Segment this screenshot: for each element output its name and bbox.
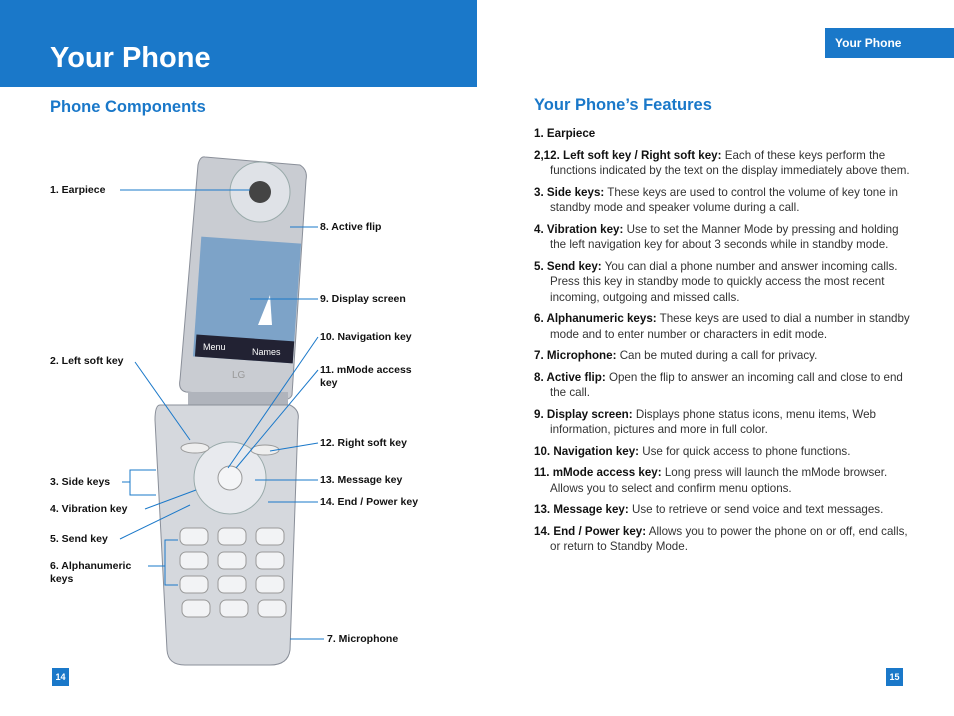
screen-menu: Menu [203, 342, 226, 352]
feature-term: 4. Vibration key: [534, 222, 624, 236]
brand-logo: LG [232, 370, 246, 381]
feature-item: 3. Side keys: These keys are used to con… [534, 185, 914, 216]
feature-desc: You can dial a phone number and answer i… [550, 259, 898, 304]
feature-item: 8. Active flip: Open the flip to answer … [534, 370, 914, 401]
label-active-flip: 8. Active flip [320, 221, 382, 233]
feature-term: 13. Message key: [534, 503, 629, 516]
feature-term: 10. Navigation key: [534, 444, 640, 458]
feature-item: 13. Message key: Use to retrieve or send… [534, 502, 914, 518]
features-list: 1. Earpiece 2,12. Left soft key / Right … [534, 126, 914, 561]
label-send-key: 5. Send key [50, 533, 108, 545]
page-number-right: 15 [886, 668, 903, 686]
feature-term: 3. Side keys: [534, 185, 605, 199]
label-vibration-key: 4. Vibration key [50, 503, 128, 515]
label-mmode-key: 11. mMode access key [320, 364, 412, 389]
label-display-screen: 9. Display screen [320, 293, 406, 305]
feature-term: 14. End / Power key: [534, 524, 647, 538]
feature-item: 10. Navigation key: Use for quick access… [534, 444, 914, 460]
feature-item: 4. Vibration key: Use to set the Manner … [534, 222, 914, 253]
label-earpiece: 1. Earpiece [50, 184, 106, 196]
feature-term: 5. Send key: [534, 259, 602, 273]
feature-term: 7. Microphone: [534, 349, 617, 362]
feature-term: 11. mMode access key: [534, 466, 662, 479]
label-left-soft-key: 2. Left soft key [50, 355, 124, 367]
feature-item: 7. Microphone: Can be muted during a cal… [534, 348, 914, 364]
label-end-power-key: 14. End / Power key [320, 496, 419, 508]
feature-term: 1. Earpiece [534, 127, 596, 140]
feature-desc: Use to retrieve or send voice and text m… [631, 503, 884, 516]
feature-term: 9. Display screen: [534, 407, 633, 421]
feature-item: 11. mMode access key: Long press will la… [534, 465, 914, 496]
feature-term: 8. Active flip: [534, 370, 606, 384]
label-message-key: 13. Message key [320, 474, 403, 486]
feature-item: 1. Earpiece [534, 126, 914, 142]
label-navigation-key: 10. Navigation key [320, 331, 412, 343]
feature-item: 14. End / Power key: Allows you to power… [534, 524, 914, 555]
feature-item: 6. Alphanumeric keys: These keys are use… [534, 311, 914, 342]
feature-item: 2,12. Left soft key / Right soft key: Ea… [534, 148, 914, 179]
page-number-left: 14 [52, 668, 69, 686]
feature-desc: Use for quick access to phone functions. [642, 444, 851, 458]
label-alphanumeric-keys: 6. Alphanumeric keys [50, 560, 132, 585]
feature-item: 5. Send key: You can dial a phone number… [534, 259, 914, 306]
label-side-keys: 3. Side keys [50, 476, 111, 488]
label-microphone: 7. Microphone [327, 633, 399, 645]
screen-names: Names [252, 347, 281, 357]
feature-desc: Can be muted during a call for privacy. [619, 349, 818, 362]
feature-term: 2,12. Left soft key / Right soft key: [534, 148, 722, 162]
feature-term: 6. Alphanumeric keys: [534, 312, 657, 325]
feature-item: 9. Display screen: Displays phone status… [534, 407, 914, 438]
label-right-soft-key: 12. Right soft key [320, 437, 407, 449]
